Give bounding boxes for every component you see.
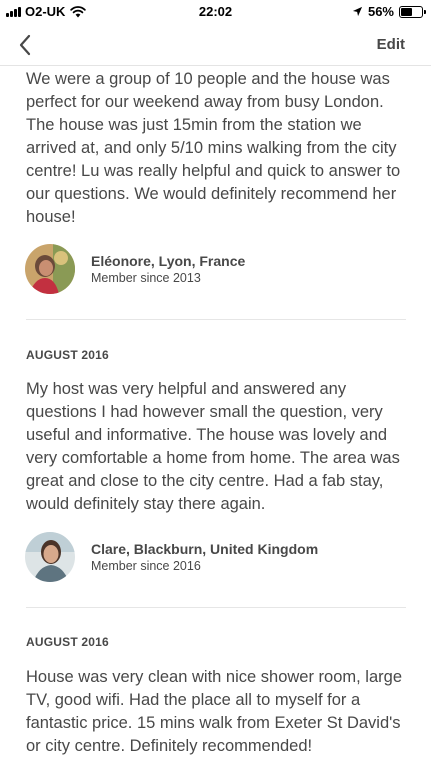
review-item: My host was very helpful and answered an…	[0, 378, 431, 516]
status-right: 56%	[352, 4, 426, 19]
review-text: House was very clean with nice shower ro…	[26, 668, 402, 755]
reviewer-info: Clare, Blackburn, United Kingdom Member …	[91, 540, 318, 575]
reviewer[interactable]: Eléonore, Lyon, France Member since 2013	[0, 244, 431, 294]
reviewer-name: Eléonore, Lyon, France	[91, 252, 246, 269]
reviewer-name: Clare, Blackburn, United Kingdom	[91, 540, 319, 557]
battery-percent: 56%	[367, 4, 394, 19]
back-button[interactable]	[18, 32, 46, 58]
avatar[interactable]	[25, 244, 75, 294]
reviewer[interactable]: Clare, Blackburn, United Kingdom Member …	[0, 532, 431, 582]
battery-icon	[399, 5, 426, 18]
navigation-bar: Edit	[0, 22, 431, 66]
review-text: We were a group of 10 people and the hou…	[26, 70, 401, 226]
status-bar: O2-UK 22:02 56%	[0, 0, 431, 22]
review-date: AUGUST 2016	[26, 635, 109, 649]
divider	[26, 319, 406, 320]
edit-button[interactable]: Edit	[377, 36, 405, 53]
review-item: House was very clean with nice shower ro…	[0, 666, 431, 758]
battery-level-fill	[401, 7, 413, 16]
member-since: Member since 2013	[91, 270, 201, 285]
review-text: My host was very helpful and answered an…	[26, 380, 400, 513]
chevron-left-icon	[19, 34, 31, 56]
reviewer-info: Eléonore, Lyon, France Member since 2013	[91, 252, 245, 287]
review-date: AUGUST 2016	[26, 348, 109, 362]
member-since: Member since 2016	[91, 558, 201, 573]
divider	[26, 607, 406, 608]
location-arrow-icon	[352, 6, 363, 17]
avatar[interactable]	[25, 532, 75, 582]
review-item: We were a group of 10 people and the hou…	[0, 68, 431, 229]
